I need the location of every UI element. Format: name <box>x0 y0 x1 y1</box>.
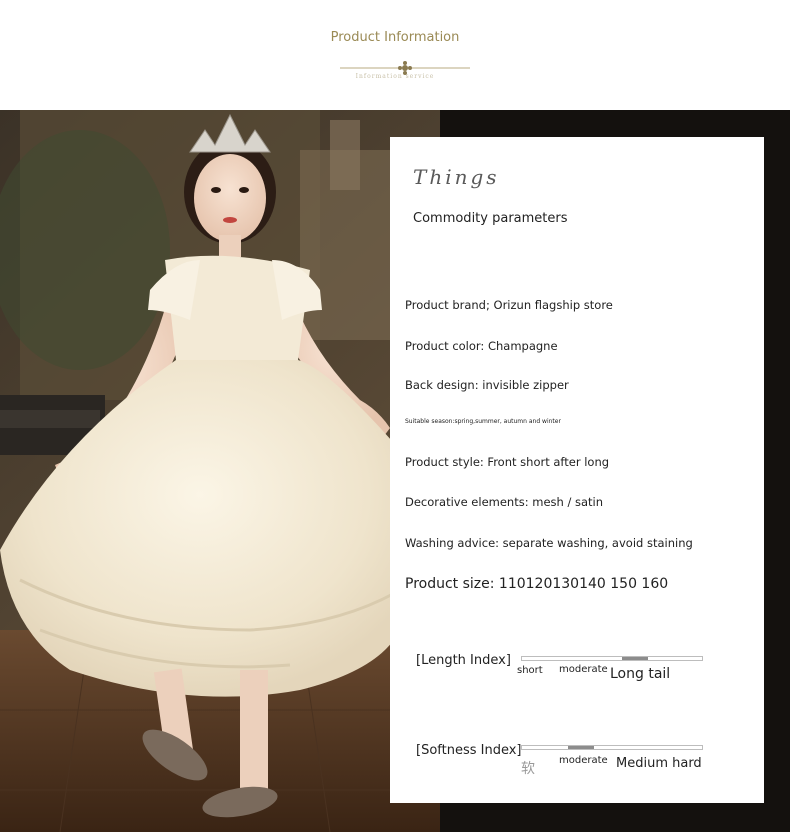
softness-high: Medium hard <box>616 756 702 771</box>
page-header: Product Information Information service <box>0 0 790 110</box>
length-index-scale <box>521 656 703 661</box>
param-season: Suitable season:spring,summer, autumn an… <box>405 418 561 425</box>
softness-low: 软 <box>521 761 535 777</box>
length-index-marker <box>622 657 649 660</box>
length-high: Long tail <box>610 666 671 682</box>
param-color: Product color: Champagne <box>405 339 558 353</box>
parameters-panel: Things Commodity parameters Product bran… <box>390 137 764 803</box>
param-size: Product size: 110120130140 150 160 <box>405 576 669 592</box>
param-style: Product style: Front short after long <box>405 455 610 469</box>
length-index-label: [Length Index] <box>416 653 511 668</box>
ornament-caption: Information service <box>355 73 435 80</box>
param-decorative: Decorative elements: mesh / satin <box>405 495 604 509</box>
length-mid: moderate <box>559 664 608 675</box>
panel-title: Things <box>413 165 500 189</box>
param-brand: Product brand; Orizun flagship store <box>405 298 613 312</box>
softness-index-label: [Softness Index] <box>416 743 522 758</box>
param-back-design: Back design: invisible zipper <box>405 378 569 392</box>
softness-mid: moderate <box>559 755 608 766</box>
length-low: short <box>517 665 543 676</box>
panel-subtitle: Commodity parameters <box>413 211 568 226</box>
softness-index-scale <box>521 745 703 750</box>
param-washing: Washing advice: separate washing, avoid … <box>405 536 693 550</box>
section-title: Product Information <box>330 30 460 45</box>
softness-index-marker <box>568 746 595 749</box>
